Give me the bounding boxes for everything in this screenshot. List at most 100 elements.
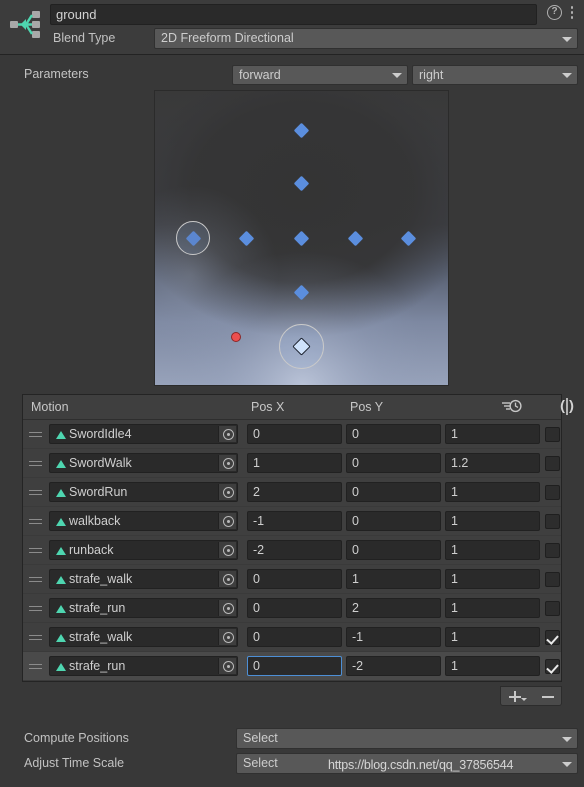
mirror-checkbox[interactable] xyxy=(545,543,560,558)
motion-object-field[interactable]: strafe_run xyxy=(49,656,238,676)
speed-input[interactable] xyxy=(445,540,540,560)
help-icon[interactable]: ? xyxy=(547,5,562,20)
speed-input[interactable] xyxy=(445,627,540,647)
mirror-checkbox[interactable] xyxy=(545,514,560,529)
table-row[interactable]: strafe_walk xyxy=(23,565,561,594)
table-row[interactable]: SwordIdle4 xyxy=(23,420,561,449)
compute-positions-value: Select xyxy=(243,731,278,745)
motion-name: strafe_walk xyxy=(69,572,133,586)
row-drag-handle[interactable] xyxy=(29,519,42,525)
mirror-icon xyxy=(558,397,576,419)
pos-y-input[interactable] xyxy=(346,656,441,676)
blend-type-row: Blend Type 2D Freeform Directional xyxy=(0,27,584,49)
table-row[interactable]: SwordWalk xyxy=(23,449,561,478)
speed-input[interactable] xyxy=(445,569,540,589)
object-picker-icon[interactable] xyxy=(218,600,236,616)
animation-clip-icon xyxy=(56,605,66,613)
motion-object-field[interactable]: runback xyxy=(49,540,238,560)
chevron-down-icon xyxy=(392,73,402,78)
motion-name: strafe_run xyxy=(69,659,126,673)
object-picker-icon[interactable] xyxy=(218,571,236,587)
speed-input[interactable] xyxy=(445,424,540,444)
motion-name: walkback xyxy=(69,514,121,528)
mirror-checkbox[interactable] xyxy=(545,427,560,442)
speed-input[interactable] xyxy=(445,482,540,502)
pos-y-input[interactable] xyxy=(346,627,441,647)
motion-object-field[interactable]: SwordIdle4 xyxy=(49,424,238,444)
pos-x-input[interactable] xyxy=(247,569,342,589)
object-picker-icon[interactable] xyxy=(218,542,236,558)
mirror-checkbox[interactable] xyxy=(545,601,560,616)
motion-object-field[interactable]: SwordRun xyxy=(49,482,238,502)
pos-x-input[interactable] xyxy=(247,598,342,618)
speed-input[interactable] xyxy=(445,598,540,618)
mirror-checkbox[interactable] xyxy=(545,456,560,471)
pos-y-input[interactable] xyxy=(346,540,441,560)
row-drag-handle[interactable] xyxy=(29,461,42,467)
object-picker-icon[interactable] xyxy=(218,629,236,645)
inspector-header: ? Blend Type 2D Freeform Directional xyxy=(0,0,584,55)
table-row[interactable]: strafe_walk xyxy=(23,623,561,652)
row-drag-handle[interactable] xyxy=(29,577,42,583)
object-picker-icon[interactable] xyxy=(218,426,236,442)
table-row[interactable]: walkback xyxy=(23,507,561,536)
minus-icon xyxy=(542,695,554,698)
motion-object-field[interactable]: strafe_walk xyxy=(49,569,238,589)
blend-type-dropdown[interactable]: 2D Freeform Directional xyxy=(154,28,578,49)
remove-motion-button[interactable] xyxy=(534,687,563,705)
parameter-y-value: right xyxy=(419,68,444,82)
pos-x-input[interactable] xyxy=(247,424,342,444)
parameter-x-dropdown[interactable]: forward xyxy=(232,65,408,85)
object-picker-icon[interactable] xyxy=(218,658,236,674)
pos-x-input[interactable] xyxy=(247,482,342,502)
object-picker-icon[interactable] xyxy=(218,455,236,471)
pos-x-input[interactable] xyxy=(247,627,342,647)
mirror-checkbox[interactable] xyxy=(545,630,560,645)
speed-input[interactable] xyxy=(445,511,540,531)
blend-tree-graph[interactable] xyxy=(154,90,449,386)
speed-clock-icon xyxy=(501,398,523,418)
kebab-menu-icon[interactable] xyxy=(566,4,578,21)
motion-object-field[interactable]: SwordWalk xyxy=(49,453,238,473)
mirror-checkbox[interactable] xyxy=(545,572,560,587)
row-drag-handle[interactable] xyxy=(29,606,42,612)
mirror-checkbox[interactable] xyxy=(545,659,560,674)
mirror-checkbox[interactable] xyxy=(545,485,560,500)
pos-x-input[interactable] xyxy=(247,540,342,560)
table-row[interactable]: strafe_run xyxy=(23,594,561,623)
animation-clip-icon xyxy=(56,663,66,671)
object-picker-icon[interactable] xyxy=(218,513,236,529)
chevron-down-icon xyxy=(521,698,527,701)
pos-y-input[interactable] xyxy=(346,482,441,502)
compute-positions-dropdown[interactable]: Select xyxy=(236,728,578,749)
parameter-y-dropdown[interactable]: right xyxy=(412,65,578,85)
pos-x-input[interactable] xyxy=(247,511,342,531)
list-controls xyxy=(500,686,562,706)
motion-object-field[interactable]: strafe_walk xyxy=(49,627,238,647)
row-drag-handle[interactable] xyxy=(29,548,42,554)
speed-input[interactable] xyxy=(445,453,540,473)
blendtree-name-input[interactable] xyxy=(50,4,537,25)
row-drag-handle[interactable] xyxy=(29,432,42,438)
table-row[interactable]: strafe_run xyxy=(23,652,561,681)
pos-y-input[interactable] xyxy=(346,424,441,444)
row-drag-handle[interactable] xyxy=(29,664,42,670)
pos-y-input[interactable] xyxy=(346,598,441,618)
speed-input[interactable] xyxy=(445,656,540,676)
pos-x-input[interactable] xyxy=(247,656,342,676)
object-picker-icon[interactable] xyxy=(218,484,236,500)
pos-y-input[interactable] xyxy=(346,569,441,589)
motion-object-field[interactable]: walkback xyxy=(49,511,238,531)
table-row[interactable]: SwordRun xyxy=(23,478,561,507)
pos-x-input[interactable] xyxy=(247,453,342,473)
motion-object-field[interactable]: strafe_run xyxy=(49,598,238,618)
row-drag-handle[interactable] xyxy=(29,635,42,641)
table-row[interactable]: runback xyxy=(23,536,561,565)
motion-name: SwordIdle4 xyxy=(69,427,132,441)
pos-y-input[interactable] xyxy=(346,453,441,473)
column-header-pos-x: Pos X xyxy=(251,400,285,414)
pos-y-input[interactable] xyxy=(346,511,441,531)
add-motion-button[interactable] xyxy=(501,687,534,705)
blend-type-label: Blend Type xyxy=(53,31,116,45)
row-drag-handle[interactable] xyxy=(29,490,42,496)
